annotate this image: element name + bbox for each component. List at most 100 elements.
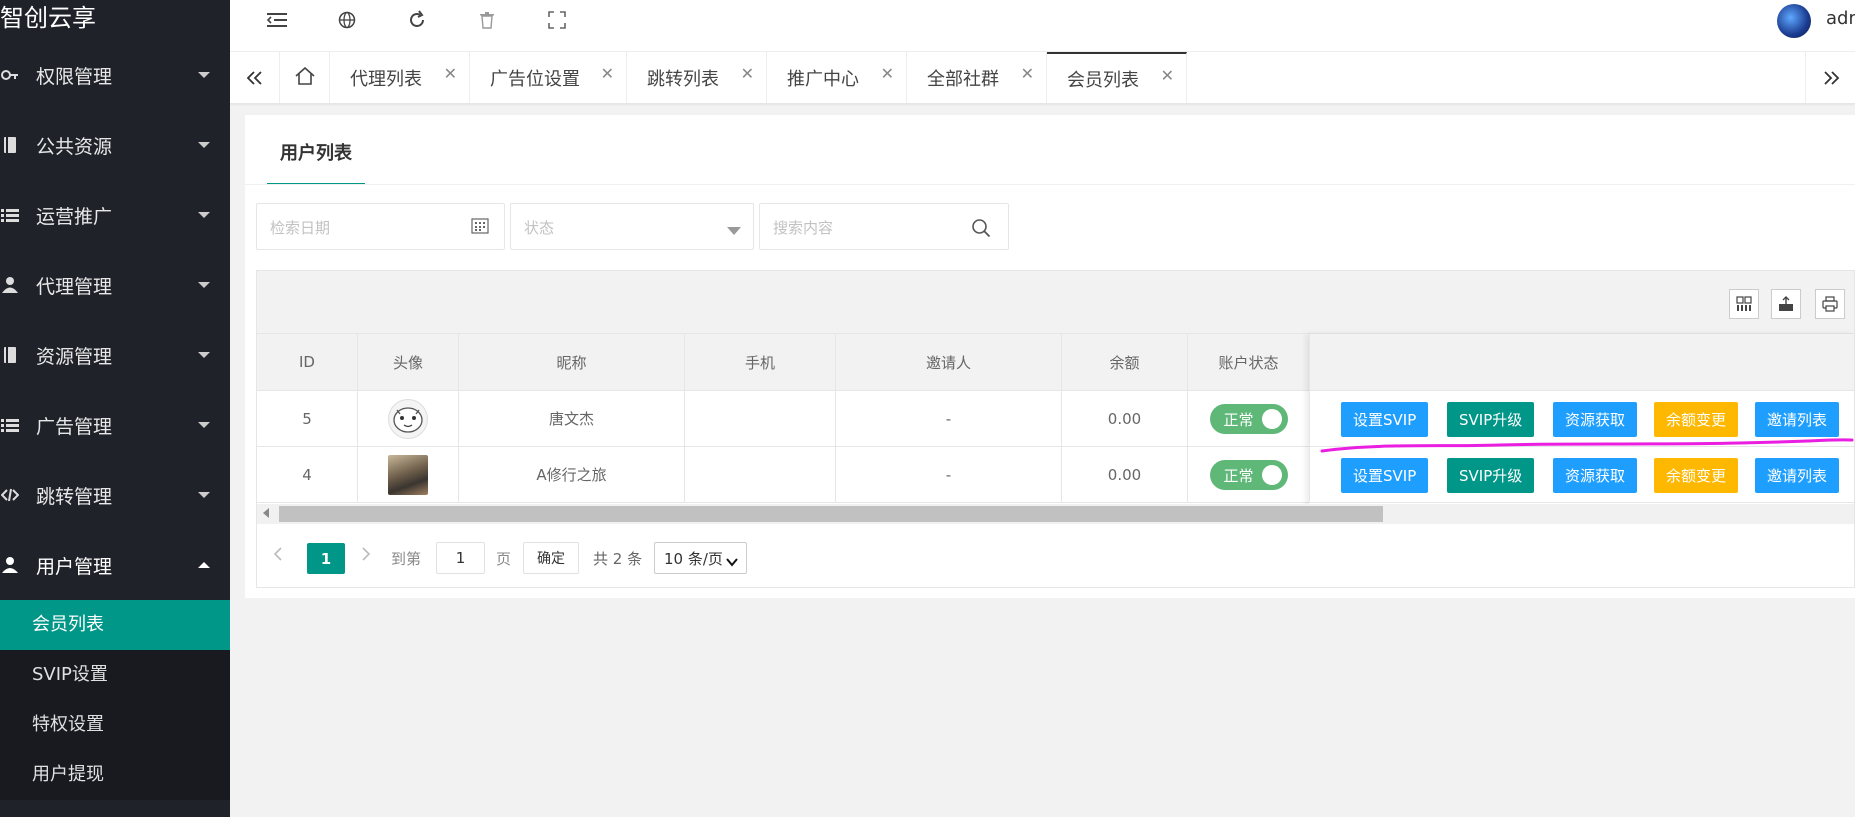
cell-inviter: - <box>836 391 1062 446</box>
horizontal-scrollbar[interactable] <box>257 504 1854 524</box>
sidebar-subitem-privileges[interactable]: 特权设置 <box>0 700 230 750</box>
export-icon[interactable] <box>1771 289 1801 319</box>
tab-redirect-list[interactable]: 跳转列表 ✕ <box>627 52 767 103</box>
columns-filter-icon[interactable] <box>1729 289 1759 319</box>
page-tabs: 代理列表 ✕ 广告位设置 ✕ 跳转列表 ✕ 推广中心 ✕ 全部社群 ✕ 会员列表… <box>230 52 1855 104</box>
chevron-up-icon <box>198 562 210 568</box>
close-icon[interactable]: ✕ <box>1021 64 1034 83</box>
balance-change-button[interactable]: 余额变更 <box>1654 458 1739 493</box>
sidebar-item-resources[interactable]: 资源管理 <box>0 320 230 390</box>
sidebar-item-redirects[interactable]: 跳转管理 <box>0 460 230 530</box>
sidebar-item-public-resources[interactable]: 公共资源 <box>0 110 230 180</box>
sidebar-item-ads[interactable]: 广告管理 <box>0 390 230 460</box>
column-header-inviter[interactable]: 邀请人 <box>836 334 1062 390</box>
scrollbar-thumb[interactable] <box>279 506 1383 522</box>
next-page-icon[interactable] <box>361 546 371 567</box>
tab-promotion-center[interactable]: 推广中心 ✕ <box>767 52 907 103</box>
sidebar-item-permissions[interactable]: 权限管理 <box>0 40 230 110</box>
resource-fetch-button[interactable]: 资源获取 <box>1553 402 1638 437</box>
actions-column-header <box>1309 334 1854 391</box>
sidebar-item-agents[interactable]: 代理管理 <box>0 250 230 320</box>
sidebar-item-operations[interactable]: 运营推广 <box>0 180 230 250</box>
invite-list-button[interactable]: 邀请列表 <box>1755 458 1840 493</box>
tabs-scroll-left-icon[interactable] <box>230 52 280 103</box>
refresh-icon[interactable] <box>403 6 431 34</box>
close-icon[interactable]: ✕ <box>444 64 457 83</box>
pagination: 1 到第 1 页 确定 共 2 条 10 条/页 <box>257 524 1854 587</box>
tabs-scroll-right-icon[interactable] <box>1805 52 1855 103</box>
column-header-phone[interactable]: 手机 <box>685 334 836 390</box>
tab-label: 广告位设置 <box>490 68 580 90</box>
close-icon[interactable]: ✕ <box>741 64 754 83</box>
user-icon <box>0 555 20 575</box>
sidebar-subitem-withdrawals[interactable]: 用户提现 <box>0 750 230 800</box>
close-icon[interactable]: ✕ <box>601 64 614 83</box>
chevron-down-icon <box>198 212 210 218</box>
tab-agent-list[interactable]: 代理列表 ✕ <box>330 52 470 103</box>
column-header-account-status[interactable]: 账户状态 <box>1188 334 1309 390</box>
svip-upgrade-button[interactable]: SVIP升级 <box>1447 402 1535 437</box>
toggle-knob <box>1261 408 1282 429</box>
prev-page-icon[interactable] <box>273 546 283 567</box>
avatar <box>388 398 428 439</box>
cell-status: 正常 <box>1188 391 1309 446</box>
sidebar-item-label: 权限管理 <box>36 65 113 88</box>
scroll-left-arrow-icon[interactable] <box>263 508 269 518</box>
calendar-icon <box>471 217 489 239</box>
confirm-page-button[interactable]: 确定 <box>523 542 579 574</box>
menu-collapse-icon[interactable] <box>263 6 291 34</box>
user-avatar[interactable] <box>1777 4 1811 38</box>
globe-icon[interactable] <box>333 6 361 34</box>
close-icon[interactable]: ✕ <box>1161 66 1174 85</box>
tab-ad-slot-settings[interactable]: 广告位设置 ✕ <box>470 52 627 103</box>
tab-label: 代理列表 <box>350 68 422 90</box>
svip-upgrade-button[interactable]: SVIP升级 <box>1447 458 1535 493</box>
page-number-input[interactable]: 1 <box>436 542 485 574</box>
list-icon <box>0 205 20 225</box>
cell-id: 4 <box>257 447 358 502</box>
sidebar-item-label: 资源管理 <box>36 345 113 368</box>
fullscreen-icon[interactable] <box>543 6 571 34</box>
top-header: admin <box>230 0 1855 52</box>
tab-member-list[interactable]: 会员列表 ✕ <box>1047 52 1187 103</box>
card-header-divider <box>245 184 1855 185</box>
column-header-balance[interactable]: 余额 <box>1062 334 1188 390</box>
status-select-placeholder: 状态 <box>524 219 555 237</box>
code-icon <box>0 485 20 505</box>
sidebar-item-label: 代理管理 <box>36 275 113 298</box>
tab-all-communities[interactable]: 全部社群 ✕ <box>907 52 1047 103</box>
sidebar-item-users[interactable]: 用户管理 <box>0 530 230 600</box>
page-size-select[interactable]: 10 条/页 <box>654 542 747 574</box>
account-status-toggle[interactable]: 正常 <box>1209 403 1288 434</box>
key-icon <box>0 65 20 85</box>
tab-label: 跳转列表 <box>647 68 719 90</box>
set-svip-button[interactable]: 设置SVIP <box>1341 458 1429 493</box>
column-header-nickname[interactable]: 昵称 <box>459 334 685 390</box>
actions-row: 设置SVIP SVIP升级 资源获取 余额变更 邀请列表 <box>1309 447 1854 503</box>
tab-home[interactable] <box>280 52 330 103</box>
resource-fetch-button[interactable]: 资源获取 <box>1553 458 1638 493</box>
date-search-placeholder: 检索日期 <box>270 219 331 237</box>
current-page[interactable]: 1 <box>307 543 345 574</box>
balance-change-button[interactable]: 余额变更 <box>1654 402 1739 437</box>
search-placeholder: 搜索内容 <box>773 219 834 237</box>
cell-status: 正常 <box>1188 447 1309 502</box>
status-select[interactable]: 状态 <box>510 203 754 250</box>
sidebar-subitem-svip-settings[interactable]: SVIP设置 <box>0 650 230 700</box>
close-icon[interactable]: ✕ <box>881 64 894 83</box>
book-icon <box>0 135 20 155</box>
account-status-toggle[interactable]: 正常 <box>1209 459 1288 490</box>
search-input[interactable]: 搜索内容 <box>759 203 1009 250</box>
invite-list-button[interactable]: 邀请列表 <box>1755 402 1840 437</box>
search-icon[interactable] <box>971 218 991 242</box>
user-name[interactable]: admin <box>1826 8 1855 29</box>
sidebar-subitem-members[interactable]: 会员列表 <box>0 600 230 650</box>
print-icon[interactable] <box>1815 289 1845 319</box>
set-svip-button[interactable]: 设置SVIP <box>1341 402 1429 437</box>
app-logo-title: 智创云享 <box>0 4 96 32</box>
column-header-id[interactable]: ID <box>257 334 358 390</box>
page-size-value: 10 条/页 <box>664 549 723 568</box>
trash-icon[interactable] <box>473 6 501 34</box>
date-search-field[interactable]: 检索日期 <box>256 203 505 250</box>
column-header-avatar[interactable]: 头像 <box>358 334 459 390</box>
